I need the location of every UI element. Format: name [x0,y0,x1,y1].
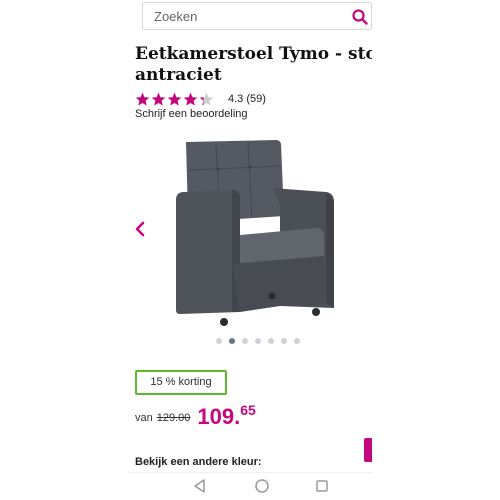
price-from-label: van [135,412,153,424]
chevron-left-icon[interactable] [134,220,146,238]
star-icon [135,92,150,105]
rating-count: (59) [246,93,266,105]
product-image[interactable] [176,136,348,332]
product-title-line-1: Eetkamerstoel Tymo - stof [135,44,372,64]
search-bar[interactable]: Zoeken [142,2,372,30]
new-price-decimals: 65 [240,402,256,418]
discount-badge: 15 % korting [135,370,227,395]
other-color-heading: Bekijk een andere kleur: [135,456,262,468]
star-icon [183,92,198,105]
pagination-dot[interactable] [255,338,261,344]
rating-summary: 4.3 (59) [228,93,266,105]
pagination-dot[interactable] [229,338,235,344]
pagination-dot[interactable] [216,338,222,344]
back-triangle-icon[interactable] [192,478,208,494]
product-title-line-2: antraciet [135,65,222,85]
android-nav-bar [128,472,372,500]
product-page: Zoeken Eetkamerstoel Tymo - stof antraci… [128,0,372,500]
new-price-integer: 109. [197,404,241,429]
home-circle-icon[interactable] [254,478,270,494]
pagination-dot[interactable] [242,338,248,344]
star-rating [135,92,215,107]
star-icon [199,92,214,105]
pagination-dot[interactable] [268,338,274,344]
pagination-dot[interactable] [281,338,287,344]
write-review-link[interactable]: Schrijf een beoordeling [135,108,248,120]
add-to-cart-button[interactable] [364,438,372,462]
search-icon[interactable] [351,8,369,26]
star-icon [151,92,166,105]
product-title: Eetkamerstoel Tymo - stof antraciet [135,44,372,86]
pagination-dot[interactable] [294,338,300,344]
image-pagination[interactable] [216,338,307,344]
rating-score: 4.3 [228,93,244,105]
price: van 129.00 109. 65 [135,400,256,430]
old-price: 129.00 [156,412,191,424]
recents-square-icon[interactable] [314,478,330,494]
search-input[interactable]: Zoeken [154,9,197,24]
rating[interactable]: 4.3 (59) [135,91,266,107]
star-icon [167,92,182,105]
